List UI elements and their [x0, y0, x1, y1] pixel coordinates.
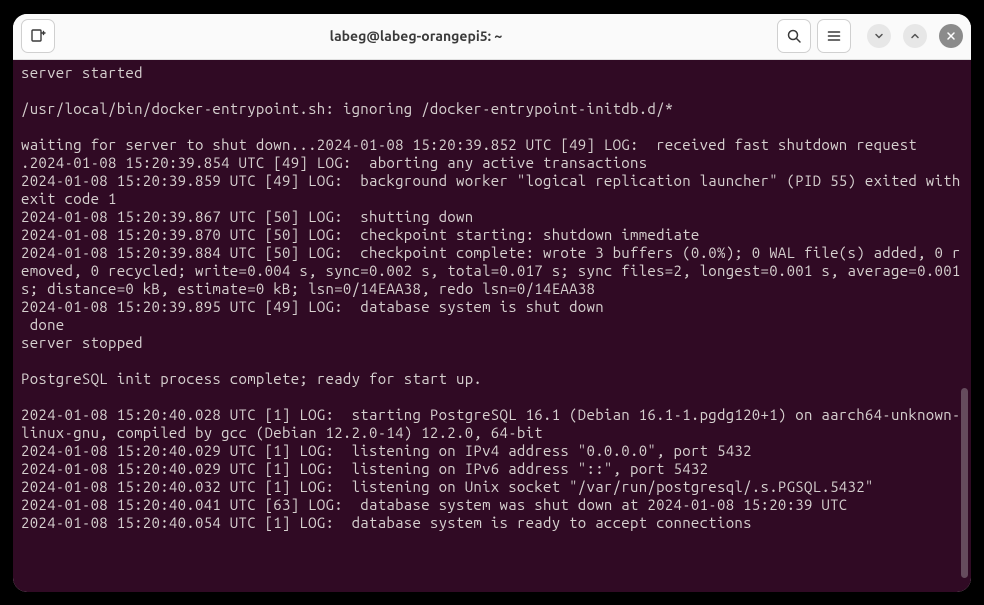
search-icon — [786, 28, 802, 44]
close-icon — [946, 31, 956, 41]
terminal-area[interactable]: server started /usr/local/bin/docker-ent… — [13, 60, 971, 592]
chevron-down-icon — [874, 31, 884, 41]
window-controls — [867, 24, 963, 48]
menu-button[interactable] — [817, 19, 851, 53]
terminal-output: server started /usr/local/bin/docker-ent… — [21, 64, 963, 532]
chevron-up-icon — [910, 31, 920, 41]
titlebar: labeg@labeg-orangepi5: ~ — [13, 14, 971, 60]
titlebar-right — [777, 19, 963, 53]
maximize-button[interactable] — [903, 24, 927, 48]
scrollbar-thumb[interactable] — [961, 388, 968, 578]
titlebar-left — [21, 19, 55, 53]
close-button[interactable] — [939, 24, 963, 48]
minimize-button[interactable] — [867, 24, 891, 48]
terminal-window: labeg@labeg-orangepi5: ~ — [13, 14, 971, 592]
new-tab-icon — [30, 28, 46, 44]
window-title: labeg@labeg-orangepi5: ~ — [63, 28, 769, 44]
hamburger-icon — [826, 28, 842, 44]
new-tab-button[interactable] — [21, 19, 55, 53]
search-button[interactable] — [777, 19, 811, 53]
